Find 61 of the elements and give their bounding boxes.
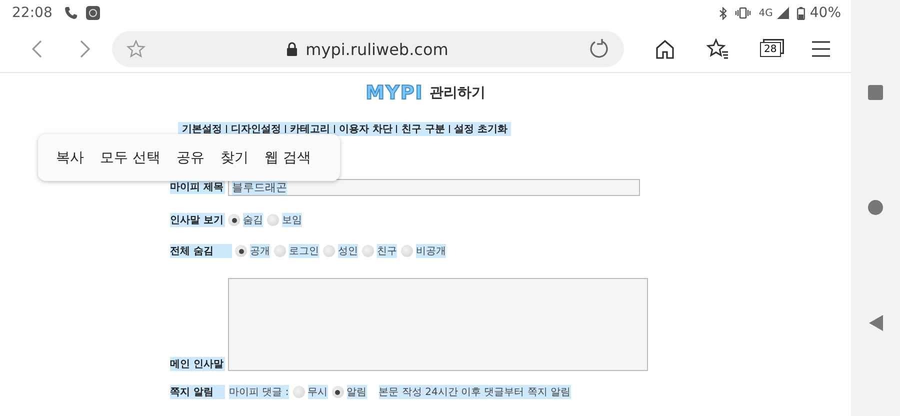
back-icon[interactable] [868, 315, 882, 331]
bookmarks-icon[interactable] [706, 38, 730, 60]
clock-time: 22:08 [12, 5, 52, 21]
note-text: 본문 작성 24시간 이후 댓글부터 쪽지 알림 [378, 385, 571, 399]
title-input[interactable]: 블루드래곤 [228, 178, 640, 196]
settings-menu-link[interactable]: 카테고리 [286, 122, 334, 136]
radio-button[interactable] [332, 386, 344, 398]
settings-menu-link[interactable]: 친구 구분 [397, 122, 449, 136]
radio-button[interactable] [292, 386, 305, 398]
recents-icon[interactable] [868, 85, 883, 100]
option-label: 마이피 댓글 : [229, 385, 289, 399]
settings-menu-link[interactable]: 설정 초기화 [450, 122, 512, 136]
field-label: 전체 숨김 [170, 244, 232, 258]
settings-menu-link[interactable]: 기본설정 [178, 122, 226, 136]
option-label: 로그인 [289, 244, 319, 258]
greeting-textarea[interactable] [228, 278, 648, 371]
field-label: 인사말 보기 [170, 213, 225, 227]
field-label: 메인 인사말 [170, 357, 225, 371]
battery-percent: 40% [810, 5, 841, 21]
radio-button[interactable] [323, 245, 335, 257]
context-menu-item[interactable]: 웹 검색 [256, 144, 319, 170]
option-label: 숨김 [243, 213, 263, 227]
bluetooth-icon [718, 6, 727, 20]
network-label: 4G [758, 8, 773, 18]
home-icon[interactable] [654, 38, 676, 60]
vibrate-icon [734, 7, 751, 19]
menu-icon[interactable] [810, 40, 831, 58]
field-label: 쪽지 알림 [170, 385, 225, 399]
option-label: 무시 [308, 385, 328, 399]
lock-icon [286, 42, 298, 56]
address-bar[interactable]: mypi.ruliweb.com [112, 31, 624, 67]
radio-button[interactable] [362, 245, 374, 257]
option-label: 성인 [338, 244, 358, 258]
radio-button[interactable] [267, 214, 279, 226]
app-icon [86, 6, 100, 20]
option-label: 친구 [377, 244, 397, 258]
option-label: 보임 [282, 213, 302, 227]
signal-icon [776, 7, 789, 19]
option-label: 비공개 [416, 244, 446, 258]
context-menu-item[interactable]: 찾기 [212, 144, 256, 170]
back-icon[interactable] [30, 39, 44, 59]
phone-icon [64, 6, 78, 20]
page-title: 관리하기 [429, 84, 486, 102]
settings-menu-link[interactable]: 이용자 차단 [335, 122, 396, 136]
radio-button[interactable] [235, 245, 247, 257]
forward-icon[interactable] [78, 39, 92, 59]
option-label: 알림 [346, 385, 367, 399]
context-menu-item[interactable]: 공유 [168, 144, 212, 170]
battery-icon [796, 6, 805, 20]
radio-button[interactable] [228, 214, 240, 226]
option-label: 공개 [250, 244, 270, 258]
context-menu-item[interactable]: 복사 [48, 144, 92, 170]
tabs-button[interactable]: 28 [760, 42, 781, 56]
field-label: 마이피 제목 [170, 180, 225, 194]
url-text: mypi.ruliweb.com [306, 40, 448, 58]
radio-button[interactable] [274, 245, 286, 257]
settings-menu-link[interactable]: 디자인설정 [227, 122, 285, 136]
star-icon[interactable] [126, 39, 146, 59]
reload-icon[interactable] [588, 38, 610, 60]
radio-button[interactable] [401, 245, 413, 257]
context-menu-item[interactable]: 모두 선택 [92, 144, 168, 170]
